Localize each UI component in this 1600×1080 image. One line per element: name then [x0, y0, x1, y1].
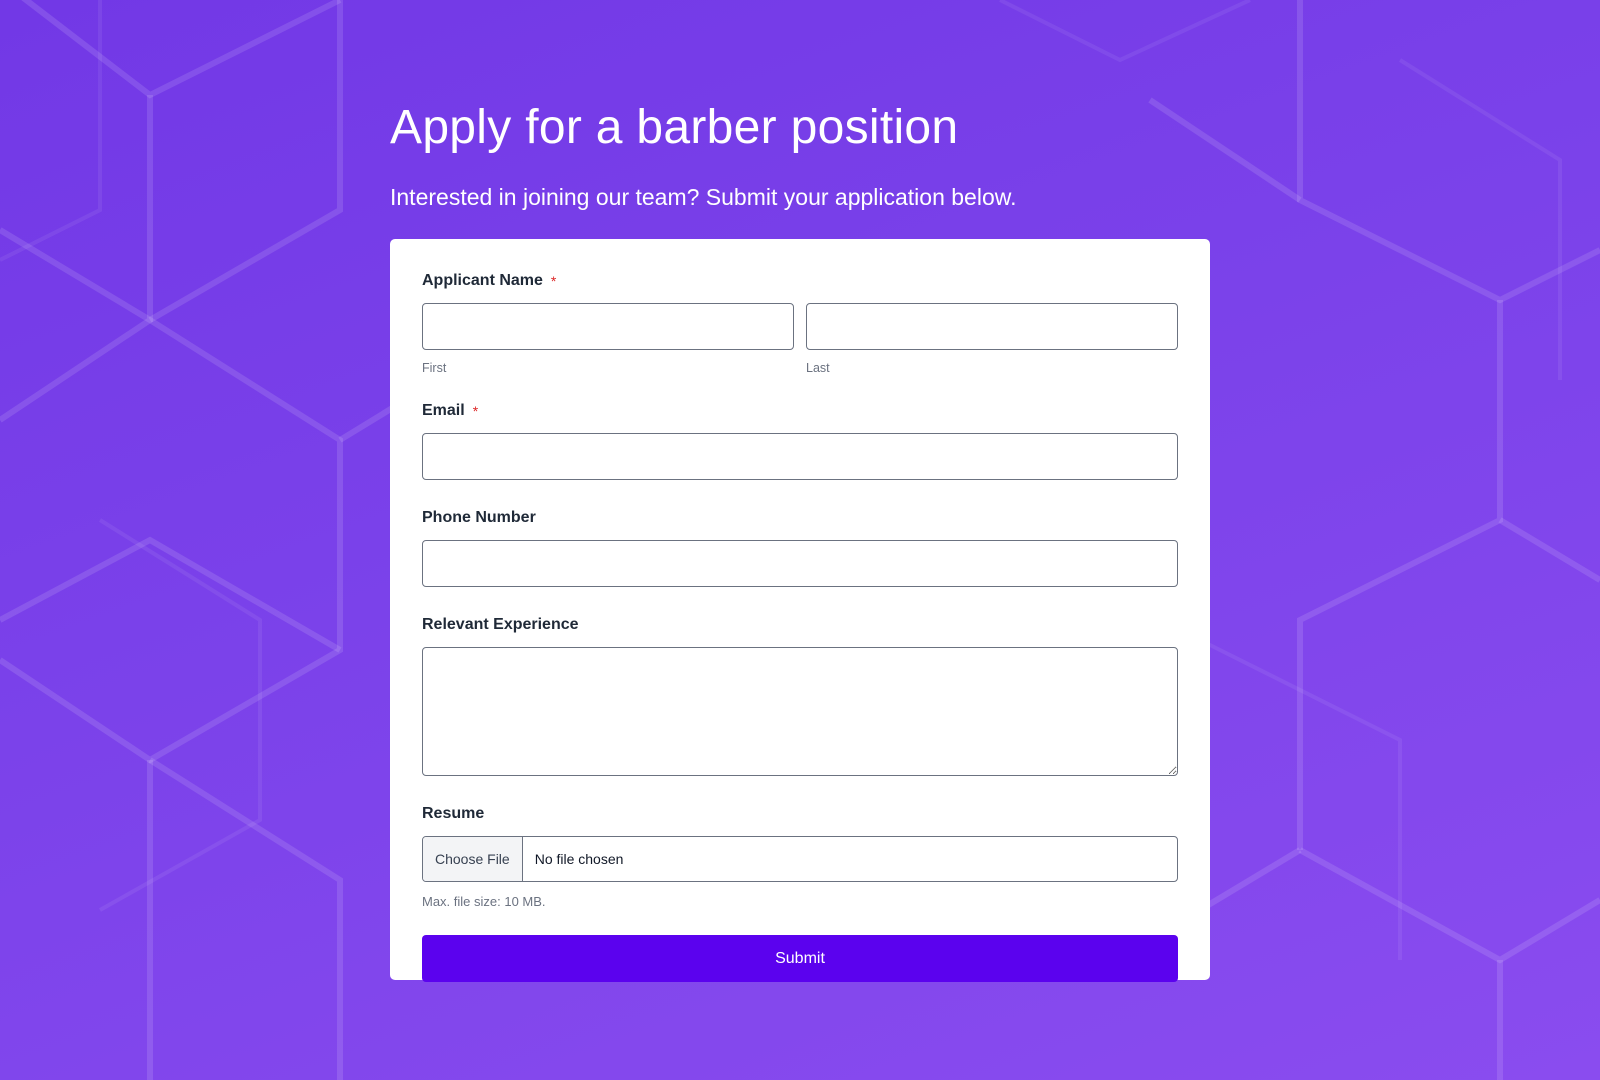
application-form: Applicant Name * First Last Email * Phon…: [390, 239, 1210, 982]
last-name-sublabel: Last: [806, 361, 830, 375]
phone-label: Phone Number: [422, 509, 536, 526]
last-name-input[interactable]: [806, 303, 1178, 350]
applicant-name-label-text: Applicant Name: [422, 272, 543, 289]
experience-label: Relevant Experience: [422, 616, 579, 633]
required-asterisk: *: [472, 403, 479, 419]
phone-input[interactable]: [422, 540, 1178, 587]
resume-group: Resume Choose File No file chosen Max. f…: [422, 804, 1178, 909]
email-input[interactable]: [422, 433, 1178, 480]
file-status-text: No file chosen: [534, 851, 624, 867]
resume-label: Resume: [422, 805, 485, 822]
first-name-group: First: [422, 303, 794, 377]
experience-textarea[interactable]: [422, 647, 1178, 776]
page-subtitle: Interested in joining our team? Submit y…: [390, 184, 1017, 210]
email-label-text: Email: [422, 402, 465, 419]
name-row: First Last: [422, 303, 1178, 377]
choose-file-button[interactable]: Choose File: [423, 837, 523, 881]
first-name-sublabel: First: [422, 361, 447, 375]
page-title: Apply for a barber position: [390, 101, 959, 154]
experience-group: Relevant Experience: [422, 615, 1178, 776]
first-name-input[interactable]: [422, 303, 794, 350]
last-name-group: Last: [806, 303, 1178, 377]
phone-group: Phone Number: [422, 508, 1178, 587]
email-label: Email *: [422, 401, 1178, 421]
resume-file-input[interactable]: Choose File No file chosen: [422, 836, 1178, 882]
submit-button[interactable]: Submit: [422, 935, 1178, 982]
applicant-name-label: Applicant Name *: [422, 271, 1178, 291]
email-group: Email *: [422, 401, 1178, 480]
required-asterisk: *: [550, 273, 557, 289]
file-size-hint: Max. file size: 10 MB.: [422, 894, 546, 909]
